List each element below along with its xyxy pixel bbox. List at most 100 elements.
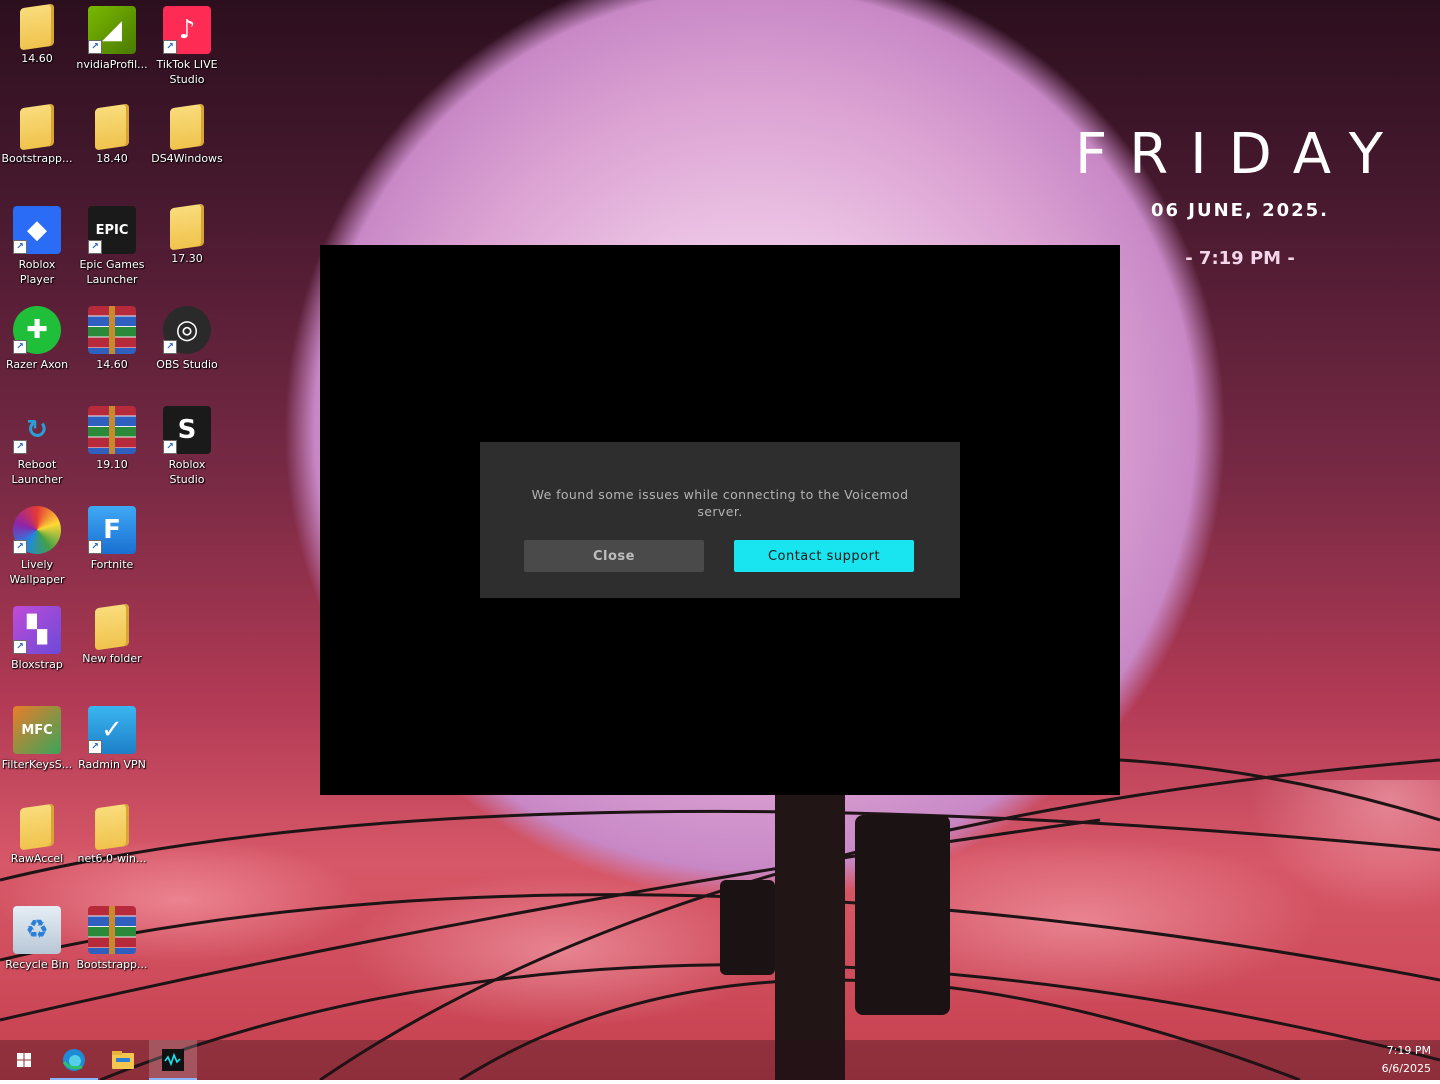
desktop-icon[interactable]: ✓ ↗ Radmin VPN xyxy=(75,700,149,792)
folder-icon xyxy=(170,203,204,251)
roblox-studio-icon: S ↗ xyxy=(163,406,211,454)
taskbar-voicemod[interactable] xyxy=(149,1040,197,1080)
desktop-icon[interactable]: ↗ Lively Wallpaper xyxy=(0,500,74,592)
system-clock[interactable]: 7:19 PM 6/6/2025 xyxy=(1341,1042,1431,1078)
folder-icon xyxy=(20,103,54,151)
filterkeys-icon: MFC xyxy=(13,706,61,754)
desktop-icon[interactable]: RawAccel xyxy=(0,800,74,892)
edge-icon xyxy=(62,1049,85,1071)
desktop-icon[interactable]: ◎ ↗ OBS Studio xyxy=(150,300,224,392)
shortcut-arrow-icon: ↗ xyxy=(13,640,27,654)
start-icon xyxy=(17,1053,31,1067)
shortcut-arrow-icon: ↗ xyxy=(163,440,177,454)
roblox-player-icon: ◆ ↗ xyxy=(13,206,61,254)
clock-date: 6/6/2025 xyxy=(1381,1062,1431,1075)
desktop-icon-label: Razer Axon xyxy=(5,358,69,371)
widget-time: - 7:19 PM - xyxy=(1185,248,1295,269)
folder-icon xyxy=(95,103,129,151)
bloxstrap-icon: ▚ ↗ xyxy=(13,606,61,654)
file-explorer-icon xyxy=(112,1051,134,1069)
widget-date: 06 JUNE, 2025. xyxy=(1150,200,1330,221)
desktop-icon[interactable]: 18.40 xyxy=(75,100,149,192)
widget-day: FRIDAY xyxy=(1075,122,1405,187)
desktop-icon-label: 19.10 xyxy=(96,458,128,471)
shortcut-arrow-icon: ↗ xyxy=(13,240,27,254)
desktop-icon-label: New folder xyxy=(82,652,142,665)
reboot-launcher-icon: ↻ ↗ xyxy=(13,406,61,454)
desktop-icon[interactable]: ▚ ↗ Bloxstrap xyxy=(0,600,74,692)
desktop-icon[interactable]: Bootstrapp... xyxy=(0,100,74,192)
recycle-bin-icon: ♻ xyxy=(13,906,61,954)
desktop-icon-label: Bootstrapp... xyxy=(76,958,148,971)
desktop-icon[interactable]: 19.10 xyxy=(75,400,149,492)
desktop-icon-label: Epic Games Launcher xyxy=(79,258,145,286)
desktop-icon-label: Fortnite xyxy=(90,558,134,571)
desktop-icon[interactable]: MFC FilterKeysS... xyxy=(0,700,74,792)
shortcut-arrow-icon: ↗ xyxy=(13,340,27,354)
desktop-icon-label: 14.60 xyxy=(21,52,53,65)
tiktok-live-studio-icon: ♪ ↗ xyxy=(163,6,211,54)
shortcut-arrow-icon: ↗ xyxy=(88,40,102,54)
desktop-icon[interactable]: S ↗ Roblox Studio xyxy=(150,400,224,492)
desktop-icon-label: OBS Studio xyxy=(156,358,218,371)
obs-studio-icon: ◎ ↗ xyxy=(163,306,211,354)
desktop-icon-label: TikTok LIVE Studio xyxy=(156,58,218,86)
desktop-icon-label: Radmin VPN xyxy=(78,758,146,771)
start-button[interactable] xyxy=(0,1040,48,1080)
razer-axon-icon: ✚ ↗ xyxy=(13,306,61,354)
desktop-icon-label: Roblox Player xyxy=(18,258,56,286)
desktop-icon[interactable]: ♻ Recycle Bin xyxy=(0,900,74,992)
desktop-icon-label: RawAccel xyxy=(10,852,64,865)
winrar-archive-icon xyxy=(88,306,136,354)
shortcut-arrow-icon: ↗ xyxy=(88,740,102,754)
desktop-icon[interactable]: 17.30 xyxy=(150,200,224,292)
desktop-icon-label: 17.30 xyxy=(171,252,203,265)
radmin-vpn-icon: ✓ ↗ xyxy=(88,706,136,754)
desktop-icon-label: Bootstrapp... xyxy=(1,152,73,165)
desktop-icon[interactable]: ◢ ↗ nvidiaProfil... xyxy=(75,0,149,92)
desktop-icon-label: nvidiaProfil... xyxy=(76,58,148,71)
desktop-icon[interactable]: ◆ ↗ Roblox Player xyxy=(0,200,74,292)
epic-games-icon: EPIC ↗ xyxy=(88,206,136,254)
desktop-icon[interactable]: 14.60 xyxy=(75,300,149,392)
shortcut-arrow-icon: ↗ xyxy=(163,40,177,54)
clock-time: 7:19 PM xyxy=(1386,1044,1431,1057)
desktop-icon[interactable]: F ↗ Fortnite xyxy=(75,500,149,592)
folder-icon xyxy=(95,803,129,851)
desktop-icon[interactable]: DS4Windows xyxy=(150,100,224,192)
desktop-icon[interactable]: ♪ ↗ TikTok LIVE Studio xyxy=(150,0,224,92)
desktop-icon[interactable]: ↻ ↗ Reboot Launcher xyxy=(0,400,74,492)
dialog-message: We found some issues while connecting to… xyxy=(531,487,909,519)
desktop-icon-label: Lively Wallpaper xyxy=(9,558,65,586)
winrar-archive-icon xyxy=(88,906,136,954)
desktop-icon[interactable]: New folder xyxy=(75,600,149,692)
close-button[interactable]: Close xyxy=(524,540,704,572)
nvidia-profile-icon: ◢ ↗ xyxy=(88,6,136,54)
desktop-icon-label: Reboot Launcher xyxy=(11,458,63,486)
desktop-icon-label: DS4Windows xyxy=(151,152,223,165)
shortcut-arrow-icon: ↗ xyxy=(163,340,177,354)
shortcut-arrow-icon: ↗ xyxy=(88,540,102,554)
desktop-icon-label: 14.60 xyxy=(96,358,128,371)
taskbar-edge[interactable] xyxy=(50,1040,98,1080)
taskbar-file-explorer[interactable] xyxy=(99,1040,147,1080)
fortnite-icon: F ↗ xyxy=(88,506,136,554)
shortcut-arrow-icon: ↗ xyxy=(88,240,102,254)
taskbar xyxy=(0,1040,1440,1080)
desktop-icon[interactable]: Bootstrapp... xyxy=(75,900,149,992)
folder-icon xyxy=(95,603,129,651)
desktop-icon[interactable]: EPIC ↗ Epic Games Launcher xyxy=(75,200,149,292)
desktop-icon[interactable]: 14.60 xyxy=(0,0,74,92)
lively-wallpaper-icon: ↗ xyxy=(13,506,61,554)
shortcut-arrow-icon: ↗ xyxy=(13,440,27,454)
desktop-icon-label: FilterKeysS... xyxy=(1,758,73,771)
desktop-icon-label: Roblox Studio xyxy=(168,458,206,486)
winrar-archive-icon xyxy=(88,406,136,454)
folder-icon xyxy=(20,3,54,51)
desktop-icon[interactable]: net6.0-win... xyxy=(75,800,149,892)
desktop-icon-label: Bloxstrap xyxy=(11,658,63,671)
contact-support-button[interactable]: Contact support xyxy=(734,540,914,572)
shortcut-arrow-icon: ↗ xyxy=(13,540,27,554)
connection-error-dialog: We found some issues while connecting to… xyxy=(480,442,960,598)
desktop-icon[interactable]: ✚ ↗ Razer Axon xyxy=(0,300,74,392)
